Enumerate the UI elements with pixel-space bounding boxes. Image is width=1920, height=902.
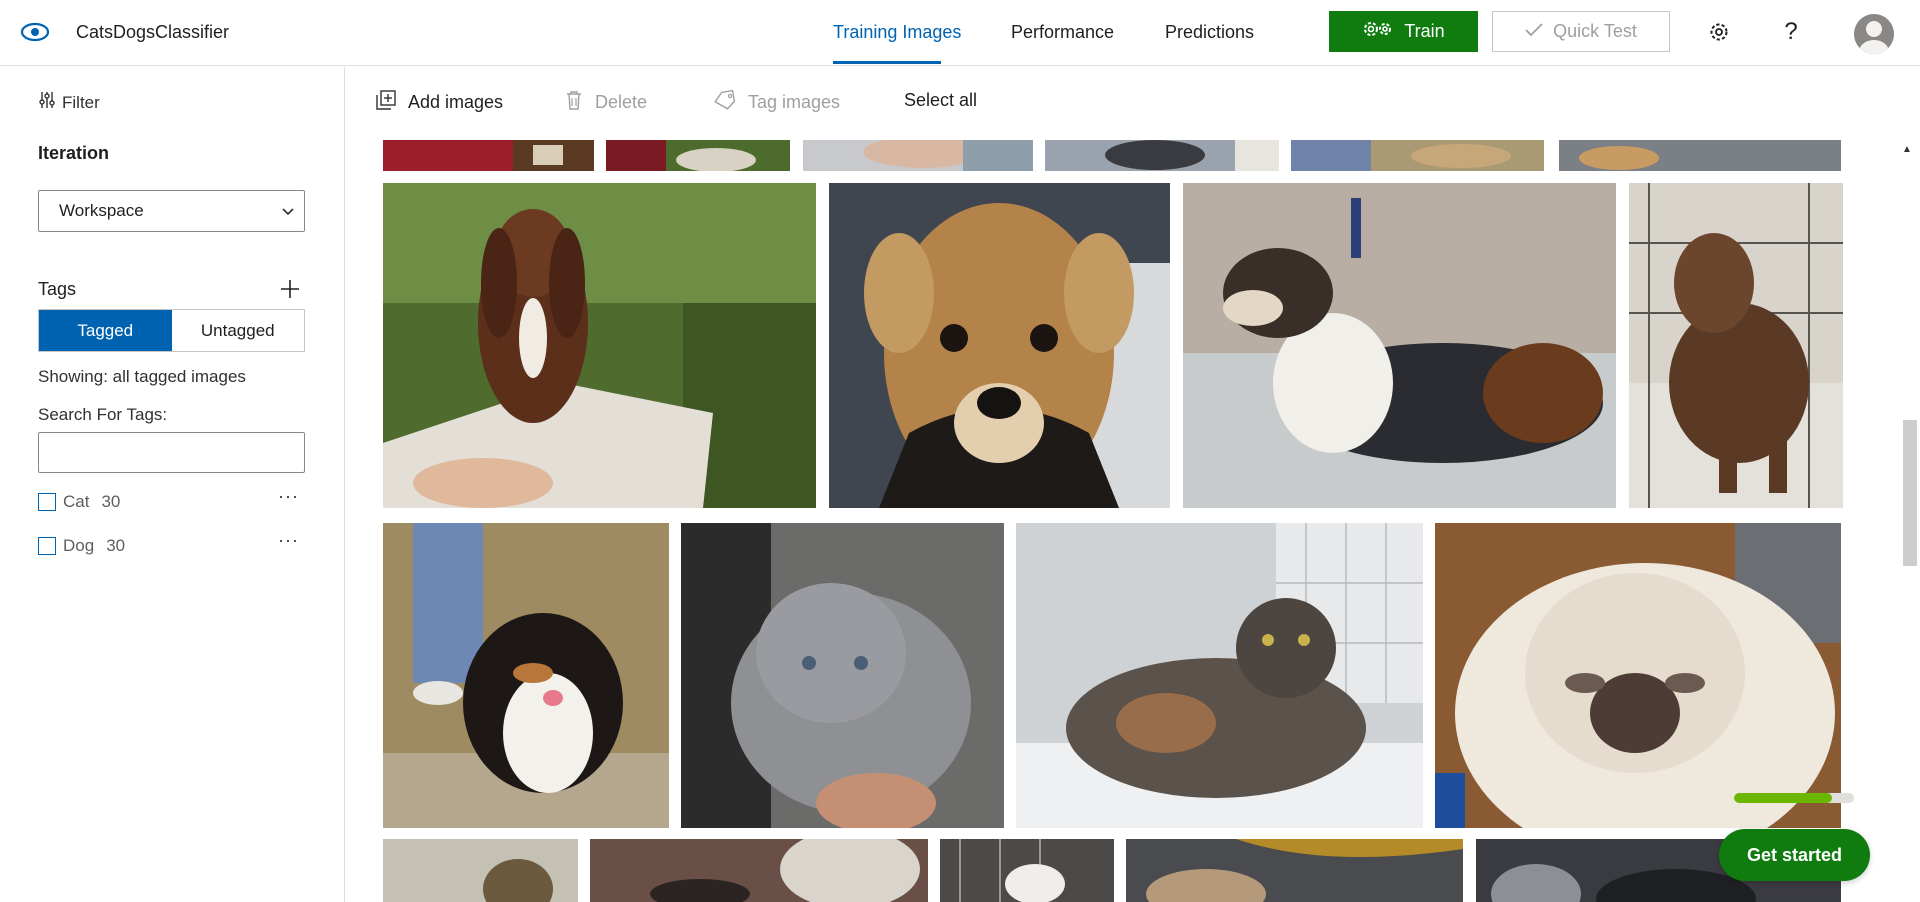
showing-text: Showing: all tagged images — [38, 367, 246, 386]
tag-name: Dog — [63, 536, 95, 555]
train-button[interactable]: Train — [1329, 11, 1478, 52]
add-tag-icon[interactable] — [278, 277, 302, 301]
tagged-option[interactable]: Tagged — [39, 310, 172, 351]
image-tile[interactable] — [829, 183, 1170, 508]
iteration-heading: Iteration — [38, 143, 110, 163]
scroll-up-arrow-icon[interactable]: ▲ — [1902, 144, 1912, 155]
onboarding-progress-bar — [1734, 793, 1854, 803]
image-tile[interactable] — [1435, 523, 1841, 828]
get-started-button[interactable]: Get started — [1719, 829, 1870, 881]
image-tile[interactable] — [1126, 839, 1463, 902]
image-tile[interactable] — [383, 523, 669, 828]
image-tile[interactable] — [383, 183, 816, 508]
tagged-untagged-toggle: Tagged Untagged — [38, 309, 305, 352]
scrollbar-thumb[interactable] — [1903, 420, 1917, 566]
delete-label: Delete — [595, 92, 648, 112]
image-tile[interactable] — [1291, 140, 1544, 171]
progress-fill — [1734, 793, 1833, 803]
trash-icon — [565, 90, 583, 115]
image-tile[interactable] — [590, 839, 928, 902]
more-options-icon[interactable]: ··· — [278, 486, 299, 507]
tag-count: 30 — [101, 492, 121, 511]
more-options-icon[interactable]: ··· — [278, 530, 299, 551]
tab-performance[interactable]: Performance — [1011, 22, 1114, 43]
image-tile[interactable] — [681, 523, 1004, 828]
image-tile[interactable] — [1559, 140, 1841, 171]
quick-test-label: Quick Test — [1553, 21, 1637, 41]
search-tags-label: Search For Tags: — [38, 405, 168, 424]
add-images-label: Add images — [408, 92, 504, 112]
image-tile[interactable] — [1629, 183, 1843, 508]
tag-checkbox[interactable] — [38, 493, 56, 511]
train-label: Train — [1404, 21, 1445, 41]
image-tile[interactable] — [383, 839, 578, 902]
image-tile[interactable] — [606, 140, 790, 171]
tag-row-cat: Cat 30 ··· — [38, 486, 305, 512]
tag-icon — [714, 89, 736, 115]
filter-sliders-icon — [38, 91, 56, 114]
top-header: CatsDogsClassifier Training Images Perfo… — [0, 0, 1920, 66]
select-all-label: Select all — [904, 90, 978, 110]
eye-logo-icon[interactable] — [20, 18, 50, 46]
image-tile[interactable] — [1016, 523, 1423, 828]
search-tags-input[interactable] — [38, 432, 305, 473]
filter-label: Filter — [62, 92, 100, 112]
avatar[interactable] — [1854, 14, 1894, 54]
checkmark-icon — [1525, 21, 1543, 42]
image-tile[interactable] — [940, 839, 1114, 902]
gear-icon[interactable] — [1705, 18, 1733, 46]
filter-button[interactable]: Filter — [38, 91, 100, 114]
select-all-button[interactable]: Select all — [904, 90, 977, 111]
quick-test-button[interactable]: Quick Test — [1492, 11, 1670, 52]
image-tile[interactable] — [1183, 183, 1616, 508]
gears-icon — [1362, 19, 1394, 44]
tab-predictions[interactable]: Predictions — [1165, 22, 1254, 43]
untagged-option[interactable]: Untagged — [172, 310, 305, 351]
chevron-down-icon — [280, 203, 296, 224]
tab-training-images[interactable]: Training Images — [833, 22, 961, 43]
tag-images-button[interactable]: Tag images — [714, 89, 841, 115]
help-icon[interactable]: ? — [1777, 18, 1805, 46]
image-tile[interactable] — [1045, 140, 1279, 171]
image-tile[interactable] — [383, 140, 594, 171]
tags-heading: Tags — [38, 279, 77, 299]
tag-checkbox[interactable] — [38, 537, 56, 555]
tag-row-dog: Dog 30 ··· — [38, 530, 305, 556]
iteration-dropdown[interactable]: Workspace — [38, 190, 305, 232]
tag-name: Cat — [63, 492, 90, 511]
add-images-button[interactable]: Add images — [376, 90, 503, 115]
tag-count: 30 — [106, 536, 126, 555]
add-image-icon — [376, 90, 396, 115]
tag-images-label: Tag images — [748, 92, 841, 112]
iteration-value: Workspace — [59, 201, 144, 220]
image-tile[interactable] — [803, 140, 1033, 171]
active-tab-underline — [833, 61, 941, 64]
app-title[interactable]: CatsDogsClassifier — [76, 22, 229, 43]
left-sidebar: Filter Iteration Workspace Tags Tagged U… — [0, 67, 345, 902]
delete-button[interactable]: Delete — [565, 90, 647, 115]
